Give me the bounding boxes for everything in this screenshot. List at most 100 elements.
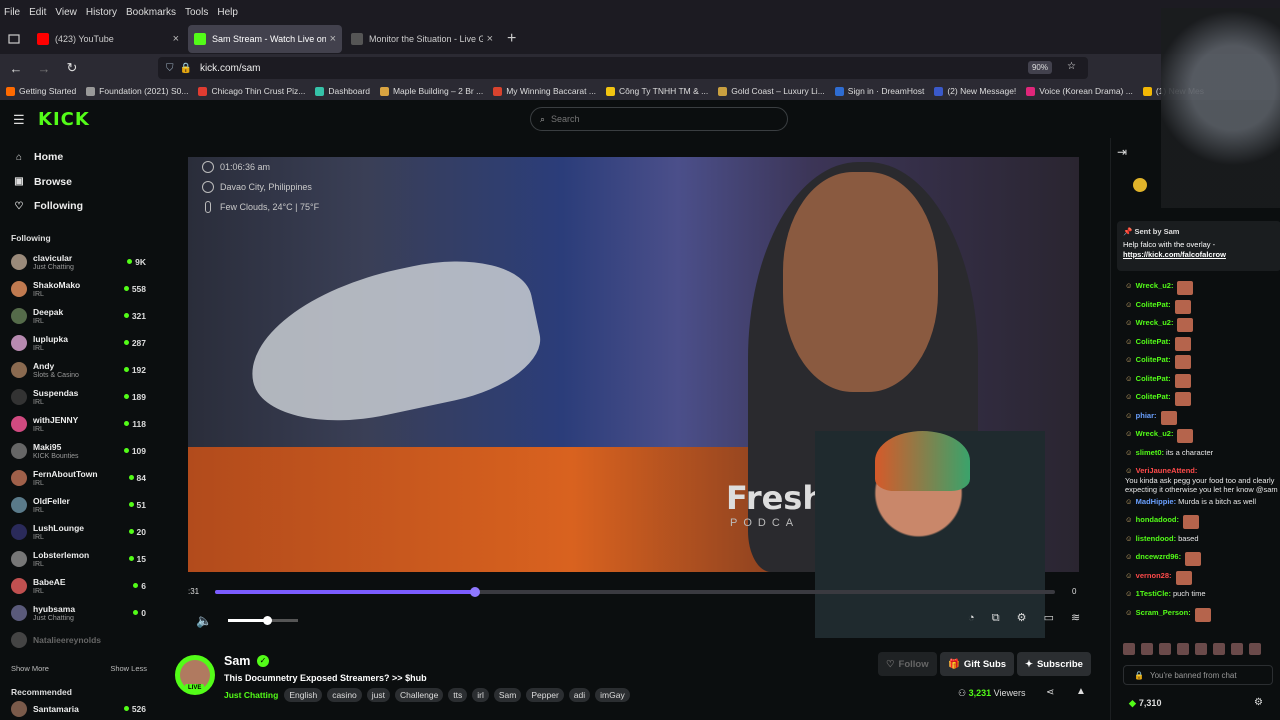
bookmark-item[interactable]: Chicago Thin Crust Piz...	[198, 86, 305, 96]
tab-list-icon[interactable]	[0, 25, 28, 53]
chat-username[interactable]: Wreck_u2:	[1136, 318, 1174, 328]
menu-item-file[interactable]: File	[4, 7, 20, 18]
sidebar-channel[interactable]: BabeAE IRL 6	[0, 573, 158, 600]
bookmark-item[interactable]: Maple Building – 2 Br ...	[379, 86, 483, 96]
sidebar-channel[interactable]: ShakoMako IRL 558	[0, 276, 158, 303]
bookmark-item[interactable]: Gold Coast – Luxury Li...	[718, 86, 825, 96]
hamburger-menu-icon[interactable]: ☰	[13, 112, 25, 128]
collapse-chat-icon[interactable]: ⇥	[1117, 145, 1127, 159]
emote-icon[interactable]	[1195, 643, 1207, 655]
back-button[interactable]: ←	[4, 61, 28, 76]
bookmark-item[interactable]: Sign in · DreamHost	[834, 86, 924, 96]
stream-tag[interactable]: Pepper	[526, 688, 564, 702]
emote-icon[interactable]	[1177, 643, 1189, 655]
stream-tag[interactable]: casino	[327, 688, 362, 702]
sidebar-nav-following[interactable]: ♡ Following	[12, 194, 158, 219]
theater-icon[interactable]: ▭	[1044, 612, 1054, 624]
audio-wave-icon[interactable]: ≋	[1071, 612, 1080, 624]
emote-icon[interactable]	[1249, 643, 1261, 655]
bookmark-item[interactable]: (2) New Message!	[934, 86, 1016, 96]
volume-knob[interactable]	[262, 616, 272, 625]
menu-item-tools[interactable]: Tools	[185, 7, 208, 18]
sidebar-nav-home[interactable]: ⌂ Home	[12, 145, 158, 170]
video-player[interactable]: Fresh&F PODCA 01:06:36 am Davao City, Ph…	[158, 138, 1110, 638]
sidebar-channel[interactable]: Lobsterlemon IRL 15	[0, 546, 158, 573]
sidebar-channel[interactable]: OldFeller IRL 51	[0, 492, 158, 519]
bookmark-item[interactable]: Voice (Korean Drama) ...	[1026, 86, 1133, 96]
kick-logo[interactable]: KICK	[38, 109, 90, 130]
url-text[interactable]: kick.com/sam	[200, 63, 261, 74]
chat-settings-icon[interactable]: ⚙	[1254, 697, 1263, 708]
sidebar-channel[interactable]: Suspendas IRL 189	[0, 384, 158, 411]
chat-username[interactable]: hondadood:	[1136, 515, 1179, 525]
address-bar[interactable]: ⛉ 🔒 kick.com/sam 90% ☆	[158, 57, 1088, 79]
emote-icon[interactable]	[1213, 643, 1225, 655]
volume-icon[interactable]: 🔈	[196, 613, 212, 629]
subscribe-button[interactable]: ✦ Subscribe	[1017, 652, 1091, 676]
chat-username[interactable]: ColitePat:	[1136, 355, 1171, 365]
chat-username[interactable]: ColitePat:	[1136, 300, 1171, 310]
zoom-indicator[interactable]: 90%	[1027, 61, 1052, 74]
lock-icon[interactable]: 🔒	[180, 63, 192, 74]
category-link[interactable]: Just Chatting	[224, 690, 278, 700]
shield-icon[interactable]: ⛉	[166, 63, 174, 74]
gift-subs-button[interactable]: 🎁 Gift Subs	[940, 652, 1015, 676]
emote-icon[interactable]	[1159, 643, 1171, 655]
stream-tag[interactable]: English	[284, 688, 323, 702]
clip-icon[interactable]: ⧉	[992, 612, 1000, 624]
sidebar-channel[interactable]: Maki95 KICK Bounties 109	[0, 438, 158, 465]
sidebar-channel[interactable]: LushLounge IRL 20	[0, 519, 158, 546]
emote-icon[interactable]	[1123, 643, 1135, 655]
chat-username[interactable]: Wreck_u2:	[1136, 281, 1174, 291]
sidebar-nav-browse[interactable]: ▣ Browse	[12, 170, 158, 195]
chat-username[interactable]: ColitePat:	[1136, 374, 1171, 384]
stream-tag[interactable]: Challenge	[395, 688, 444, 702]
menu-item-bookmarks[interactable]: Bookmarks	[126, 7, 176, 18]
browser-tab[interactable]: Monitor the Situation - Live Glo ×	[345, 25, 499, 53]
stream-tag[interactable]: adi	[568, 688, 591, 702]
chat-username[interactable]: listendood:	[1136, 534, 1176, 544]
chat-username[interactable]: Scram_Person:	[1136, 608, 1191, 618]
menu-item-help[interactable]: Help	[217, 7, 238, 18]
progress-bar[interactable]	[215, 587, 1055, 597]
bookmark-item[interactable]: Dashboard	[315, 86, 370, 96]
channel-name[interactable]: Sam	[224, 654, 250, 668]
bookmark-item[interactable]: Công Ty TNHH TM & ...	[605, 86, 708, 96]
browser-tab[interactable]: Sam Stream - Watch Live on Kick ×	[188, 25, 342, 53]
stream-tag[interactable]: Sam	[493, 688, 522, 702]
chat-username[interactable]: 1TestiCle:	[1136, 589, 1171, 599]
new-tab-button[interactable]: +	[507, 30, 516, 48]
sidebar-channel[interactable]: Andy Slots & Casino 192	[0, 357, 158, 384]
sidebar-channel[interactable]: luplupka IRL 287	[0, 330, 158, 357]
report-icon[interactable]: ▲	[1076, 686, 1086, 697]
menu-item-history[interactable]: History	[86, 7, 117, 18]
share-icon[interactable]: ⋖	[1046, 687, 1054, 698]
close-tab-icon[interactable]: ×	[330, 33, 336, 45]
forward-button[interactable]: →	[32, 61, 56, 76]
browser-tab[interactable]: (423) YouTube ×	[31, 25, 185, 53]
stream-tag[interactable]: imGay	[595, 688, 630, 702]
close-tab-icon[interactable]: ×	[173, 33, 179, 45]
emote-icon[interactable]	[1231, 643, 1243, 655]
emote-icon[interactable]	[1141, 643, 1153, 655]
menu-item-edit[interactable]: Edit	[29, 7, 46, 18]
sidebar-channel-dim[interactable]: Natalieereynolds	[0, 627, 158, 654]
sidebar-channel[interactable]: Deepak IRL 321	[0, 303, 158, 330]
bookmark-star-icon[interactable]: ☆	[1067, 61, 1076, 72]
sidebar-channel[interactable]: FernAboutTown IRL 84	[0, 465, 158, 492]
speed-icon[interactable]: ◔	[968, 612, 975, 624]
menu-item-view[interactable]: View	[55, 7, 77, 18]
bookmark-item[interactable]: Getting Started	[6, 86, 76, 96]
chat-username[interactable]: ColitePat:	[1136, 337, 1171, 347]
channel-points[interactable]: 7,310	[1129, 698, 1162, 709]
bookmark-item[interactable]: Foundation (2021) S0...	[86, 86, 188, 96]
chat-username[interactable]: MadHippie:	[1136, 497, 1176, 507]
chat-username[interactable]: vernon28:	[1136, 571, 1172, 581]
volume-slider[interactable]	[228, 616, 298, 625]
chat-username[interactable]: VeriJauneAttend:	[1136, 466, 1198, 476]
chat-username[interactable]: Wreck_u2:	[1136, 429, 1174, 439]
chat-username[interactable]: phiar:	[1136, 411, 1157, 421]
chat-username[interactable]: slimet0:	[1136, 448, 1164, 458]
stream-tag[interactable]: irl	[472, 688, 489, 702]
show-less-button[interactable]: Show Less	[110, 664, 147, 673]
